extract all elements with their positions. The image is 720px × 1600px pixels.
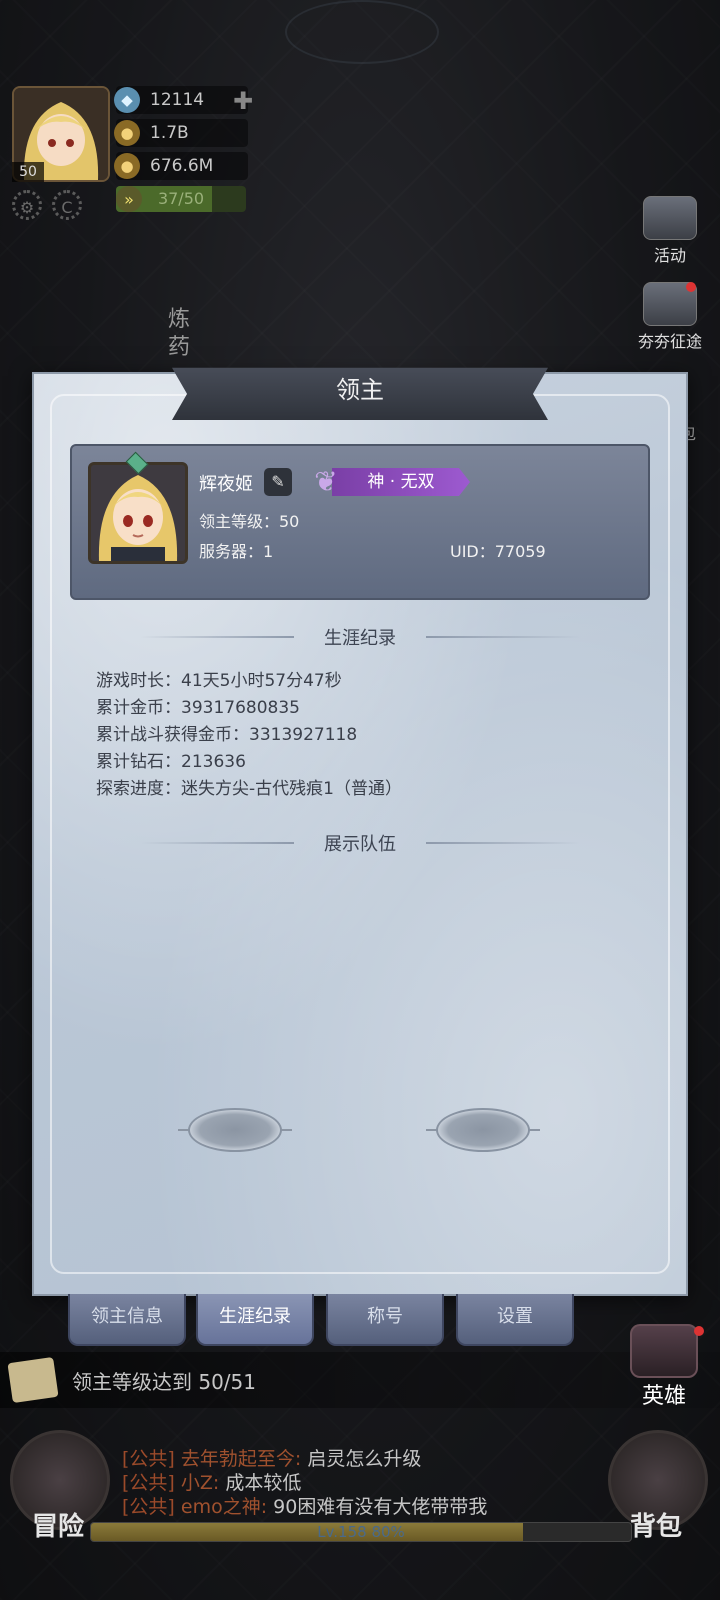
- adventure-label: 冒险: [32, 1512, 85, 1542]
- chat-channel: [公共]: [122, 1448, 175, 1470]
- gold-value: 1.7B: [150, 123, 189, 143]
- expedition-label: 夯夯征途: [637, 332, 702, 351]
- activity-book-icon: [643, 196, 697, 240]
- quest-text: 领主等级达到 50/51: [72, 1370, 256, 1394]
- alchemy-label[interactable]: 炼药: [164, 306, 194, 362]
- uid-info: UID：77059: [450, 542, 546, 561]
- chat-channel: [公共]: [122, 1496, 175, 1518]
- stat-exploration-progress: 探索进度：迷失方尖-古代残痕1（普通）: [96, 779, 402, 799]
- divider-right: [426, 842, 580, 844]
- chat-text: 90困难有没有大佬带带我: [273, 1496, 488, 1518]
- stat-total-gold: 累计金币：39317680835: [96, 698, 300, 718]
- title-badge[interactable]: 神 · 无双 ❦: [306, 465, 470, 498]
- team-slot[interactable]: [426, 1108, 540, 1152]
- diamond-counter[interactable]: ◆ 12114: [114, 86, 248, 114]
- lord-name: 辉夜姬: [199, 474, 253, 495]
- team-slot[interactable]: [178, 1108, 292, 1152]
- add-diamond-icon[interactable]: ✚: [233, 87, 253, 115]
- notification-dot: [686, 282, 696, 292]
- hero-helmet-icon: [630, 1324, 698, 1378]
- hero-button[interactable]: 英雄: [624, 1324, 704, 1410]
- notification-dot: [694, 1326, 704, 1336]
- stat-battle-gold: 累计战斗获得金币：3313927118: [96, 725, 358, 745]
- expedition-button[interactable]: 夯夯征途: [624, 282, 716, 352]
- bag-label: 背包: [630, 1512, 683, 1542]
- chat-message[interactable]: [公共] emo之神: 90困难有没有大佬带带我: [122, 1492, 487, 1519]
- quest-scroll-icon: [7, 1356, 59, 1404]
- chat-text: 启灵怎么升级: [307, 1448, 422, 1470]
- panel-title: 领主: [172, 367, 548, 420]
- chat-text: 成本较低: [225, 1472, 302, 1494]
- gold-coin-icon: ●: [114, 120, 140, 146]
- server-info: 服务器：1: [199, 542, 274, 561]
- tab-settings[interactable]: 设置: [456, 1294, 574, 1346]
- chat-user: emo之神:: [180, 1496, 268, 1518]
- tab-career-record[interactable]: 生涯纪录: [196, 1294, 314, 1346]
- stat-total-diamonds: 累计钻石：213636: [96, 752, 246, 772]
- hero-label: 英雄: [641, 1384, 686, 1409]
- activity-button[interactable]: 活动: [632, 196, 708, 266]
- career-header-label: 生涯纪录: [324, 628, 396, 649]
- experience-label: Lv.158 80%: [317, 1523, 405, 1541]
- experience-bar: Lv.158 80%: [90, 1522, 632, 1542]
- gold-counter[interactable]: ● 1.7B: [114, 119, 248, 147]
- diamond-icon: ◆: [114, 87, 140, 113]
- winged-emblem-icon: ❦: [314, 465, 338, 498]
- chat-message[interactable]: [公共] 小Z: 成本较低: [122, 1468, 301, 1495]
- stat-play-time: 游戏时长：41天5小时57分47秒: [96, 671, 342, 691]
- diamond-value: 12114: [150, 90, 205, 110]
- title-badge-text: 神 · 无双: [332, 468, 470, 496]
- gold-coin-icon: ●: [114, 153, 140, 179]
- settings-gear-icon[interactable]: ⚙: [12, 190, 42, 220]
- edit-pencil-icon: ✎: [271, 472, 285, 491]
- energy-icon: »: [116, 186, 142, 212]
- lord-portrait-icon: [91, 465, 185, 561]
- gold-secondary-counter[interactable]: ● 676.6M: [114, 152, 248, 180]
- tab-titles[interactable]: 称号: [326, 1294, 444, 1346]
- edit-name-button[interactable]: ✎: [264, 468, 292, 496]
- chat-user: 去年勃起至今:: [180, 1448, 302, 1470]
- lord-level: 领主等级：50: [199, 512, 300, 531]
- player-level-badge: 50: [12, 162, 44, 182]
- slot-pedestal-icon: [188, 1108, 282, 1152]
- team-section-header: 展示队伍: [140, 828, 580, 858]
- divider-left: [140, 636, 294, 638]
- team-header-label: 展示队伍: [324, 834, 396, 855]
- career-section-header: 生涯纪录: [140, 622, 580, 652]
- currency-coin-icon[interactable]: C: [52, 190, 82, 220]
- slot-pedestal-icon: [436, 1108, 530, 1152]
- divider-left: [140, 842, 294, 844]
- lord-portrait[interactable]: [88, 462, 188, 564]
- divider-right: [426, 636, 580, 638]
- chat-message[interactable]: [公共] 去年勃起至今: 启灵怎么升级: [122, 1444, 421, 1471]
- gold-secondary-value: 676.6M: [150, 156, 214, 176]
- activity-label: 活动: [653, 246, 686, 265]
- tab-lord-info[interactable]: 领主信息: [68, 1294, 186, 1346]
- chat-user: 小Z:: [180, 1472, 220, 1494]
- chat-channel: [公共]: [122, 1472, 175, 1494]
